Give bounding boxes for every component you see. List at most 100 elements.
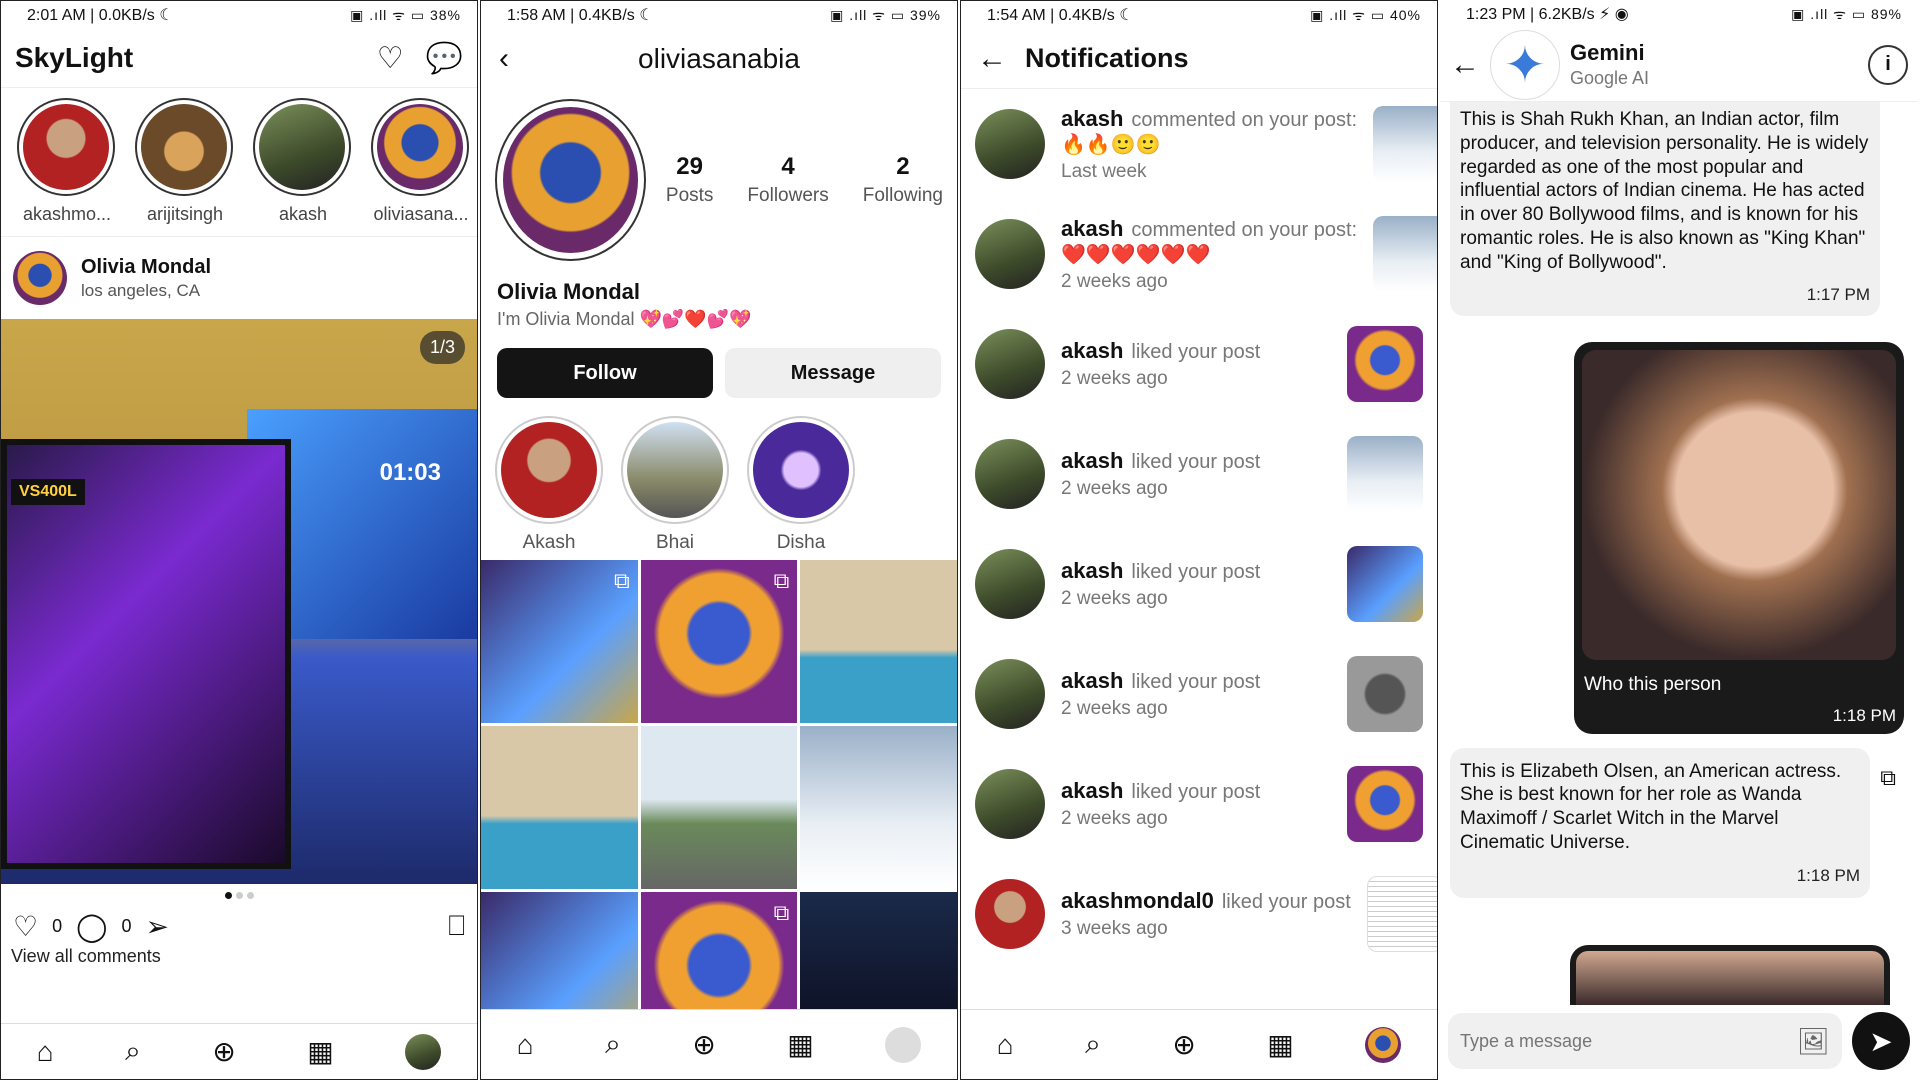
notification-time: 2 weeks ago bbox=[1061, 808, 1168, 829]
profile-bio: I'm Olivia Mondal 💖💕❤️💕💖 bbox=[497, 309, 752, 329]
add-post-icon[interactable]: ⊕ bbox=[1172, 1028, 1195, 1061]
search-icon[interactable]: ⌕ bbox=[1085, 1028, 1101, 1061]
highlight-item[interactable]: Bhai bbox=[621, 416, 729, 553]
reels-icon[interactable]: ▦ bbox=[787, 1028, 813, 1061]
feed-screen: 2:01 AM | 0.0KB/s ☾ ▣ .ıll ᯤ ▭ 38% SkyLi… bbox=[0, 0, 478, 1080]
back-arrow-icon[interactable]: ← bbox=[1450, 48, 1480, 82]
stat-followers[interactable]: 4 Followers bbox=[747, 153, 828, 207]
story-item[interactable]: akash bbox=[253, 98, 353, 226]
story-item[interactable]: akashmo... bbox=[17, 98, 117, 226]
reels-icon[interactable]: ▦ bbox=[307, 1035, 333, 1068]
highlight-item[interactable]: Akash bbox=[495, 416, 603, 553]
story-item[interactable]: arijitsingh bbox=[135, 98, 235, 226]
story-item[interactable]: oliviasana... bbox=[371, 98, 471, 226]
grid-post[interactable] bbox=[640, 726, 798, 889]
notification-item[interactable]: akash liked your post 2 weeks ago bbox=[961, 419, 1437, 529]
profile-avatar-icon[interactable] bbox=[885, 1026, 922, 1063]
message-button[interactable]: Message bbox=[725, 348, 941, 398]
chat-messages: This is Shah Rukh Khan, an Indian actor,… bbox=[1440, 102, 1918, 898]
profile-avatar-icon[interactable] bbox=[405, 1033, 442, 1070]
status-bar: 1:54 AM | 0.4KB/s ☾ ▣ .ıll ᯤ ▭ 40% bbox=[961, 1, 1437, 29]
notification-item[interactable]: akash liked your post 2 weeks ago bbox=[961, 749, 1437, 859]
back-arrow-icon[interactable]: ← bbox=[977, 42, 1007, 76]
avatar bbox=[141, 104, 227, 190]
share-icon[interactable]: ➢ bbox=[145, 910, 168, 943]
comment-icon[interactable]: ◯ bbox=[76, 910, 107, 943]
chat-bubble-icon[interactable]: 💬 bbox=[426, 41, 463, 76]
avatar bbox=[975, 439, 1045, 509]
reels-icon[interactable]: ▦ bbox=[1267, 1028, 1293, 1061]
heart-icon[interactable]: ♡ bbox=[377, 41, 404, 76]
notification-item[interactable]: akash liked your post 2 weeks ago bbox=[961, 529, 1437, 639]
highlight-item[interactable]: Disha bbox=[747, 416, 855, 553]
message-time: 1:18 PM bbox=[1796, 865, 1860, 885]
post-thumbnail[interactable] bbox=[1347, 436, 1423, 512]
grid-post[interactable]: ⧉ bbox=[481, 560, 638, 723]
profile-avatar bbox=[503, 107, 638, 253]
message-time: 1:18 PM bbox=[1832, 705, 1896, 725]
stat-label: Followers bbox=[747, 185, 829, 206]
attached-photo[interactable] bbox=[1582, 349, 1896, 660]
notification-item[interactable]: akash commented on your post: 🔥🔥🙂🙂 Last w… bbox=[961, 89, 1437, 199]
stat-number: 2 bbox=[896, 153, 910, 180]
stat-following[interactable]: 2 Following bbox=[863, 153, 943, 207]
grid-post[interactable] bbox=[800, 560, 957, 723]
profile-stats: 29 Posts 4 Followers 2 Following bbox=[666, 153, 943, 207]
grid-post[interactable] bbox=[800, 726, 957, 889]
search-icon[interactable]: ⌕ bbox=[125, 1035, 141, 1068]
notification-time: Last week bbox=[1061, 160, 1147, 182]
status-bar: 1:23 PM | 6.2KB/s ⚡ ◉ ▣ .ıll ᯤ ▭ 89% bbox=[1440, 0, 1918, 28]
avatar bbox=[377, 104, 463, 190]
notification-time: 2 weeks ago bbox=[1061, 270, 1168, 292]
home-icon[interactable]: ⌂ bbox=[997, 1029, 1014, 1061]
search-icon[interactable]: ⌕ bbox=[605, 1028, 621, 1061]
bookmark-icon[interactable]: ⎕ bbox=[448, 910, 465, 943]
notification-item[interactable]: akash commented on your post: ❤️❤️❤️❤️❤️❤… bbox=[961, 199, 1437, 309]
carousel-dot bbox=[224, 891, 232, 899]
message-text: Who this person bbox=[1584, 673, 1722, 695]
add-post-icon[interactable]: ⊕ bbox=[212, 1035, 235, 1068]
add-image-icon[interactable]: 🖼 bbox=[1797, 1026, 1830, 1057]
bottom-nav: ⌂ ⌕ ⊕ ▦ bbox=[961, 1009, 1437, 1079]
post-author-name: Olivia Mondal bbox=[81, 255, 212, 278]
post-thumbnail[interactable] bbox=[1347, 766, 1423, 842]
send-button[interactable]: ➤ bbox=[1852, 1012, 1910, 1070]
post-thumbnail[interactable] bbox=[1347, 546, 1423, 622]
message-time: 1:17 PM bbox=[1806, 285, 1870, 305]
notifications-screen: 1:54 AM | 0.4KB/s ☾ ▣ .ıll ᯤ ▭ 40% ← Not… bbox=[960, 0, 1438, 1080]
post-thumbnail[interactable] bbox=[1373, 216, 1437, 292]
notification-item[interactable]: akash liked your post 2 weeks ago bbox=[961, 309, 1437, 419]
view-comments-link[interactable]: View all comments bbox=[1, 946, 477, 976]
bottom-nav: ⌂ ⌕ ⊕ ▦ bbox=[1, 1023, 477, 1079]
post-thumbnail[interactable] bbox=[1373, 106, 1437, 182]
copy-icon[interactable]: ⧉ bbox=[1880, 765, 1896, 791]
multi-photo-icon: ⧉ bbox=[773, 568, 790, 593]
add-post-icon[interactable]: ⊕ bbox=[692, 1028, 715, 1061]
avatar bbox=[975, 109, 1045, 179]
avatar bbox=[975, 329, 1045, 399]
app-title: SkyLight bbox=[15, 42, 134, 73]
post-thumbnail[interactable] bbox=[1347, 326, 1423, 402]
message-input[interactable] bbox=[1460, 1030, 1797, 1052]
attached-photo[interactable] bbox=[1570, 945, 1890, 1005]
post-location: los angeles, CA bbox=[81, 280, 201, 300]
post-thumbnail[interactable] bbox=[1347, 656, 1423, 732]
back-arrow-icon[interactable]: ‹ bbox=[499, 42, 509, 76]
home-icon[interactable]: ⌂ bbox=[517, 1029, 534, 1061]
follow-button[interactable]: Follow bbox=[497, 348, 713, 398]
like-icon[interactable]: ♡ bbox=[13, 910, 38, 943]
notification-item[interactable]: akashmondal0 liked your post 3 weeks ago bbox=[961, 859, 1437, 969]
info-icon[interactable]: i bbox=[1868, 44, 1908, 85]
notification-action: commented on your post: bbox=[1131, 218, 1358, 241]
notification-item[interactable]: akash liked your post 2 weeks ago bbox=[961, 639, 1437, 749]
grid-post[interactable]: ⧉ bbox=[640, 560, 798, 723]
story-label: akashmo... bbox=[22, 204, 112, 224]
post-author[interactable]: Olivia Mondal los angeles, CA bbox=[1, 237, 477, 319]
avatar bbox=[23, 104, 109, 190]
post-image[interactable]: 01:03 VS400L 1/3 bbox=[1, 319, 477, 884]
profile-avatar-icon[interactable] bbox=[1365, 1026, 1402, 1063]
stat-posts[interactable]: 29 Posts bbox=[666, 153, 714, 207]
grid-post[interactable] bbox=[481, 726, 638, 889]
post-thumbnail[interactable] bbox=[1366, 876, 1437, 952]
home-icon[interactable]: ⌂ bbox=[37, 1036, 54, 1068]
